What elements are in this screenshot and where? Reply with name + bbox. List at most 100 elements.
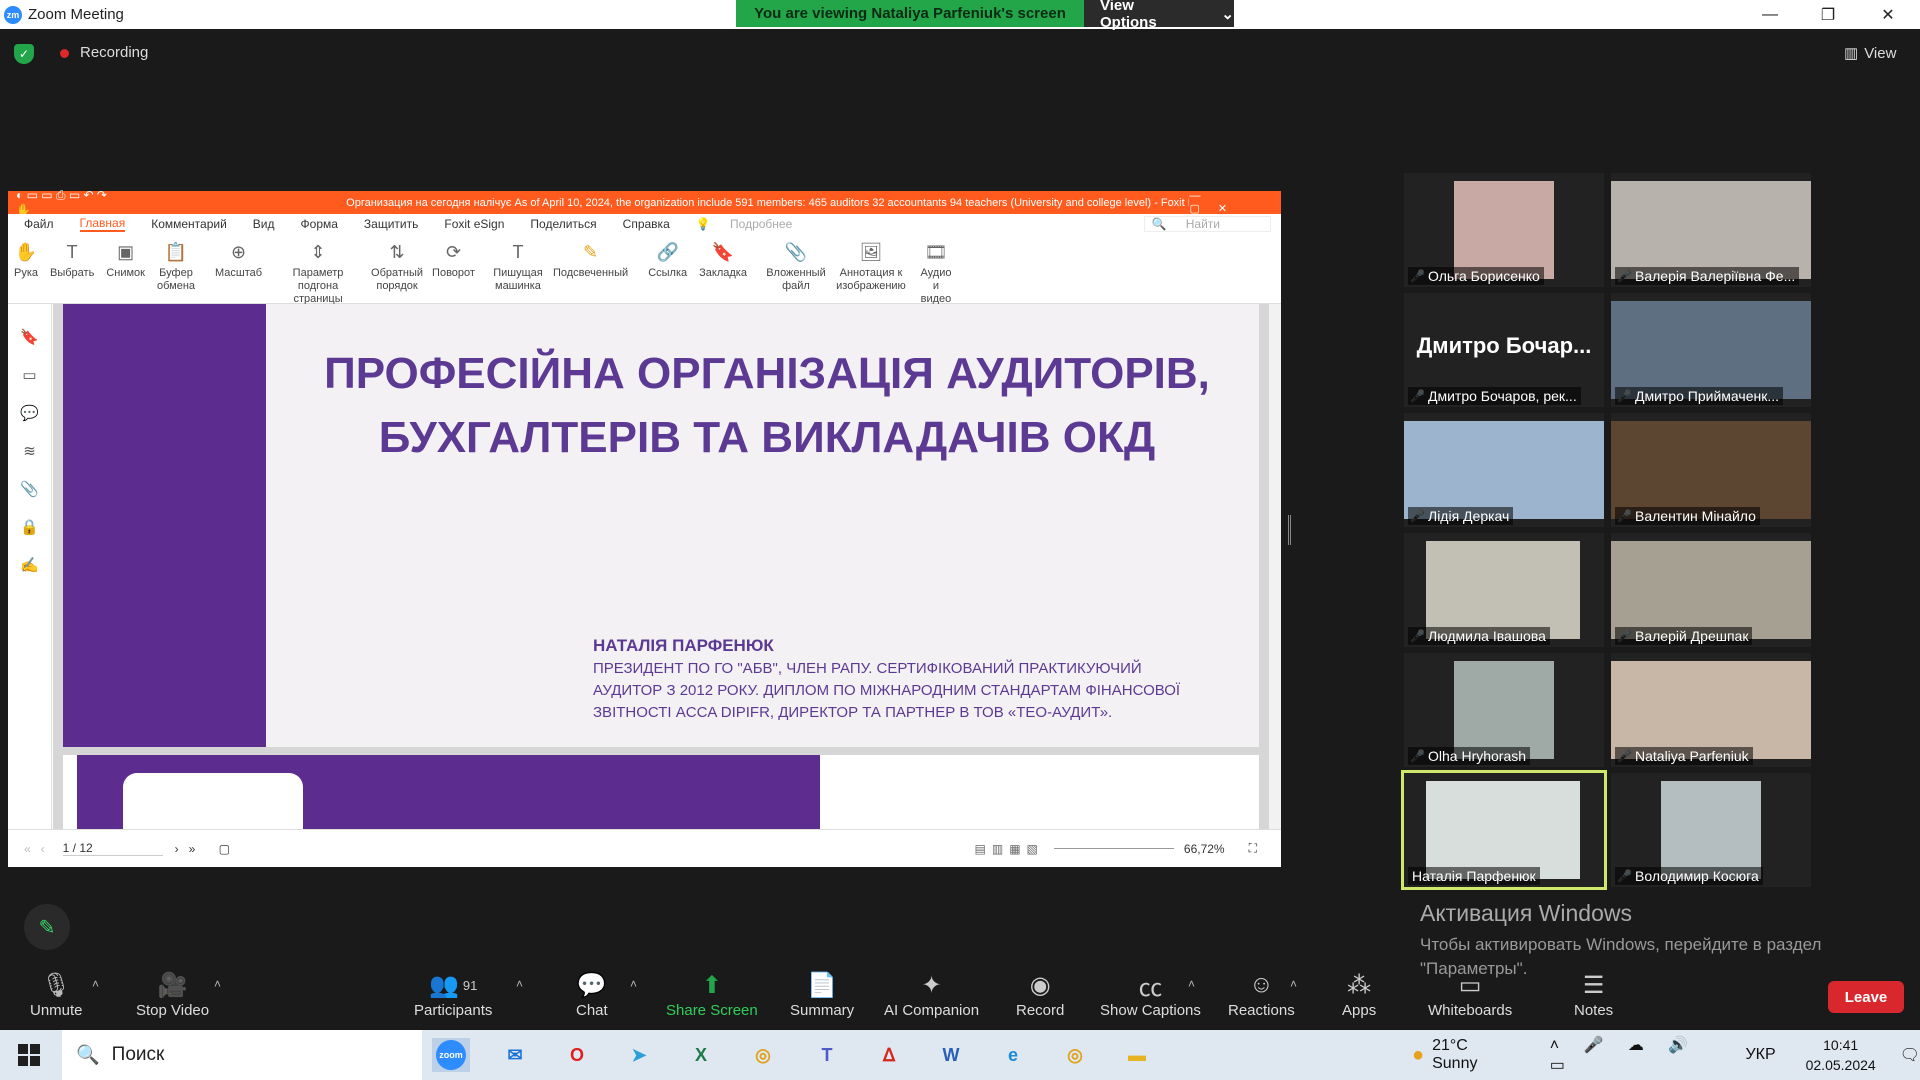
- language-indicator[interactable]: УКР: [1745, 1046, 1775, 1064]
- ribbon-audio-video-button[interactable]: 🎞 Аудио и видео: [911, 234, 961, 306]
- tray-icons[interactable]: ˄ 🎤 ☁ 🔊 ▭: [1550, 1035, 1734, 1075]
- participant-tile[interactable]: 🎤 Людмила Івашова: [1404, 533, 1604, 647]
- participant-tile[interactable]: 🎤 Валерій Дрешпак: [1611, 533, 1811, 647]
- participant-tile[interactable]: 🎤 Лідія Деркач: [1404, 413, 1604, 527]
- weather-text[interactable]: 21°C Sunny: [1432, 1037, 1516, 1073]
- apps-button[interactable]: ⁂ Apps: [1342, 970, 1376, 1020]
- edge-taskbar-icon[interactable]: e: [994, 1038, 1032, 1072]
- clock[interactable]: 10:41 02.05.2024: [1806, 1035, 1876, 1075]
- ribbon-image-annotation-button[interactable]: 🖼 Аннотация к изображению: [831, 234, 911, 293]
- ai-companion-button[interactable]: ✦ AI Companion: [884, 970, 979, 1020]
- file-explorer-taskbar-icon[interactable]: ▬: [1118, 1038, 1156, 1072]
- audio-options-chevron-icon[interactable]: ˄: [92, 977, 99, 991]
- menu-share[interactable]: Поделиться: [530, 217, 596, 231]
- recording-label[interactable]: Recording: [80, 44, 148, 61]
- attachments-panel-icon[interactable]: 📎: [19, 478, 41, 500]
- ribbon-highlight-button[interactable]: ✎ Подсвеченный: [547, 234, 634, 280]
- participant-tile[interactable]: 🎤 Володимир Косюга: [1611, 773, 1811, 887]
- next-last-page-icons[interactable]: ›» ▢: [175, 842, 240, 856]
- ribbon-snapshot-button[interactable]: ▣ Снимок: [100, 234, 151, 280]
- opera-taskbar-icon[interactable]: O: [558, 1038, 596, 1072]
- foxit-document-view[interactable]: ПРОФЕСІЙНА ОРГАНІЗАЦІЯ АУДИТОРІВ, БУХГАЛ…: [53, 304, 1269, 829]
- view-button[interactable]: ▥ View: [1844, 44, 1896, 63]
- participant-tile[interactable]: 🎤 Nataliya Parfeniuk: [1611, 653, 1811, 767]
- foxit-search-field[interactable]: 🔍 Найти: [1144, 216, 1271, 232]
- zoom-taskbar-icon[interactable]: zoom: [432, 1038, 470, 1072]
- zoom-slider[interactable]: [1053, 848, 1174, 849]
- menu-comment[interactable]: Комментарий: [151, 217, 227, 231]
- record-button[interactable]: ◉ Record: [1016, 970, 1064, 1020]
- security-shield-icon[interactable]: ✓: [14, 44, 34, 64]
- ribbon-typewriter-button[interactable]: T Пишущая машинка: [489, 234, 547, 293]
- chrome-profile-taskbar-icon[interactable]: ◎: [1056, 1038, 1094, 1072]
- menu-protect[interactable]: Защитить: [364, 217, 418, 231]
- whiteboards-button[interactable]: ▭ Whiteboards: [1428, 970, 1512, 1020]
- menu-file[interactable]: Файл: [24, 217, 54, 231]
- chat-button[interactable]: 💬 Chat: [576, 970, 608, 1020]
- first-prev-page-icons[interactable]: «‹: [24, 842, 55, 856]
- ribbon-clipboard-button[interactable]: 📋 Буфер обмена: [151, 234, 201, 293]
- word-taskbar-icon[interactable]: W: [932, 1038, 970, 1072]
- menu-esign[interactable]: Foxit eSign: [444, 217, 504, 231]
- menu-home[interactable]: Главная: [79, 216, 126, 232]
- panel-resize-handle[interactable]: [1288, 515, 1291, 545]
- stop-video-button[interactable]: 🎥 Stop Video: [136, 970, 209, 1020]
- ribbon-select-button[interactable]: T Выбрать: [44, 234, 100, 280]
- show-captions-button[interactable]: ㏄ Show Captions: [1100, 970, 1201, 1020]
- ribbon-reverse-button[interactable]: ⇅ Обратный порядок: [368, 234, 426, 293]
- excel-taskbar-icon[interactable]: X: [682, 1038, 720, 1072]
- teams-taskbar-icon[interactable]: T: [808, 1038, 846, 1072]
- page-indicator-field[interactable]: 1 / 12: [62, 841, 163, 856]
- participant-tile[interactable]: 🎤 Дмитро Приймаченк...: [1611, 293, 1811, 407]
- telegram-taskbar-icon[interactable]: ➤: [620, 1038, 658, 1072]
- taskbar-search-box[interactable]: 🔍 Поиск: [62, 1030, 422, 1080]
- reactions-button[interactable]: ☺ Reactions: [1228, 970, 1295, 1019]
- unmute-button[interactable]: 🎙 Unmute: [30, 970, 83, 1020]
- signature-panel-icon[interactable]: ✍: [19, 554, 41, 576]
- participant-tile[interactable]: 🎤 Ольга Борисенко: [1404, 173, 1604, 287]
- view-options-button[interactable]: View Options ⌄: [1084, 0, 1234, 31]
- captions-options-chevron-icon[interactable]: ˄: [1188, 977, 1195, 991]
- security-panel-icon[interactable]: 🔒: [19, 516, 41, 538]
- pdf-taskbar-icon[interactable]: ᐃ: [870, 1038, 908, 1072]
- reactions-options-chevron-icon[interactable]: ˄: [1290, 977, 1297, 991]
- ribbon-hand-button[interactable]: ✋ Рука: [8, 234, 44, 280]
- minimize-icon[interactable]: —: [1742, 0, 1798, 29]
- bookmark-panel-icon[interactable]: 🔖: [19, 326, 41, 348]
- chat-options-chevron-icon[interactable]: ˄: [630, 977, 637, 991]
- restore-icon[interactable]: ❐: [1800, 0, 1856, 29]
- notifications-icon[interactable]: 🗨1: [1900, 1045, 1920, 1065]
- ribbon-fit-page-button[interactable]: ⇕ Параметр подгона страницы: [268, 234, 368, 306]
- pages-panel-icon[interactable]: ▭: [19, 364, 41, 386]
- participant-tile[interactable]: 🎤 Olha Hryhorash: [1404, 653, 1604, 767]
- layers-panel-icon[interactable]: ≋: [19, 440, 41, 462]
- ribbon-zoom-button[interactable]: ⊕ Масштаб: [209, 234, 268, 280]
- menu-help[interactable]: Справка: [623, 217, 670, 231]
- ribbon-attachment-button[interactable]: 📎 Вложенный файл: [761, 234, 831, 293]
- ribbon-bookmark-button[interactable]: 🔖 Закладка: [693, 234, 753, 280]
- share-screen-button[interactable]: ⬆ Share Screen: [666, 970, 758, 1020]
- close-icon[interactable]: ✕: [1860, 0, 1916, 29]
- participants-button[interactable]: 👥 91 Participants: [414, 970, 492, 1020]
- notes-button[interactable]: ☰ Notes: [1574, 970, 1613, 1020]
- fullscreen-icon[interactable]: ⛶: [1249, 841, 1257, 856]
- foxit-window-controls[interactable]: —▢✕: [1189, 190, 1267, 215]
- participant-tile-active-speaker[interactable]: Наталія Парфенюк: [1401, 770, 1607, 890]
- participants-options-chevron-icon[interactable]: ˄: [516, 977, 523, 991]
- ribbon-link-button[interactable]: 🔗 Ссылка: [642, 234, 693, 280]
- leave-button[interactable]: Leave: [1828, 981, 1904, 1013]
- windows-start-icon[interactable]: [18, 1044, 40, 1066]
- comments-panel-icon[interactable]: 💬: [19, 402, 41, 424]
- chrome-taskbar-icon[interactable]: ◎: [744, 1038, 782, 1072]
- zoom-level[interactable]: 66,72%: [1184, 842, 1225, 856]
- tell-me-field[interactable]: 💡 Подробнее: [696, 217, 803, 231]
- page-layout-icons[interactable]: ▤▥▦▧: [975, 842, 1044, 856]
- ribbon-rotate-button[interactable]: ⟳ Поворот: [426, 234, 481, 280]
- menu-form[interactable]: Форма: [301, 217, 338, 231]
- mail-taskbar-icon[interactable]: ✉: [496, 1038, 534, 1072]
- menu-view[interactable]: Вид: [253, 217, 275, 231]
- video-options-chevron-icon[interactable]: ˄: [214, 977, 221, 991]
- participant-tile[interactable]: Дмитро Бочар... 🎤 Дмитро Бочаров, рек...: [1404, 293, 1604, 407]
- foxit-vertical-scrollbar[interactable]: [1269, 304, 1281, 829]
- participant-tile[interactable]: 🎤 Валерія Валеріївна Фе...: [1611, 173, 1811, 287]
